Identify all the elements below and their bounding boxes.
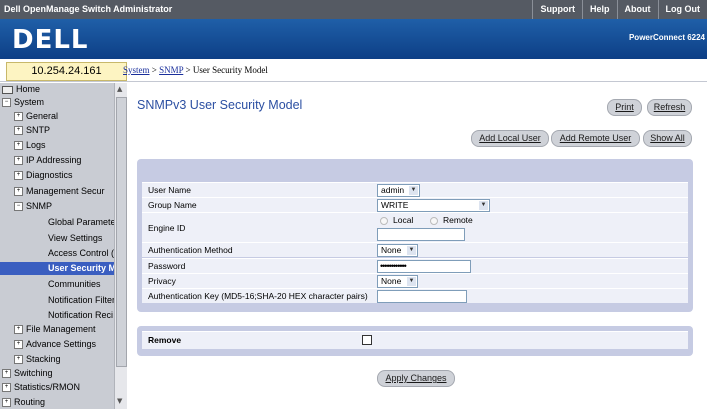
sidebar-item-ip-addressing[interactable]: + IP Addressing bbox=[14, 154, 81, 167]
banner: DELL PowerConnect 6224 bbox=[0, 19, 707, 59]
privacy-label: Privacy bbox=[148, 276, 176, 286]
breadcrumb-snmp-link[interactable]: SNMP bbox=[159, 65, 183, 75]
expand-icon[interactable]: + bbox=[14, 325, 23, 335]
expand-icon[interactable]: + bbox=[14, 126, 23, 136]
add-remote-user-button[interactable]: Add Remote User bbox=[551, 130, 640, 147]
auth-method-select[interactable]: None ▼ bbox=[377, 244, 418, 257]
remove-row: Remove bbox=[142, 331, 688, 349]
sidebar-item-advance-settings[interactable]: + Advance Settings bbox=[14, 338, 96, 351]
engine-local-radio[interactable]: Local bbox=[380, 215, 413, 225]
app-title: Dell OpenManage Switch Administrator bbox=[4, 4, 173, 14]
header-divider bbox=[0, 81, 707, 82]
privacy-row: Privacy None ▼ bbox=[142, 273, 688, 288]
sidebar-item-snmp[interactable]: − SNMP bbox=[14, 200, 52, 213]
user-name-row: User Name admin ▼ bbox=[142, 182, 688, 197]
sidebar-item-notification-filter[interactable]: Notification Filter bbox=[48, 294, 114, 307]
sidebar-item-global-parameters[interactable]: Global Paramete bbox=[48, 216, 114, 229]
breadcrumb: System > SNMP > User Security Model bbox=[123, 65, 268, 75]
sidebar-item-logs[interactable]: + Logs bbox=[14, 139, 46, 152]
auth-method-label: Authentication Method bbox=[148, 245, 233, 255]
sidebar-item-general[interactable]: + General bbox=[14, 110, 58, 123]
sidebar-item-diagnostics[interactable]: + Diagnostics bbox=[14, 169, 73, 182]
remove-checkbox[interactable] bbox=[362, 335, 372, 345]
password-row: Password •••••••••••• bbox=[142, 258, 688, 273]
breadcrumb-current: User Security Model bbox=[192, 65, 268, 75]
scrollbar-thumb[interactable] bbox=[116, 97, 127, 367]
sidebar-item-communities[interactable]: Communities bbox=[48, 278, 101, 291]
show-all-button[interactable]: Show All bbox=[643, 130, 692, 147]
user-name-label: User Name bbox=[148, 185, 191, 195]
expand-icon[interactable]: + bbox=[14, 156, 23, 166]
add-local-user-button[interactable]: Add Local User bbox=[471, 130, 549, 147]
privacy-select[interactable]: None ▼ bbox=[377, 275, 418, 288]
about-link[interactable]: About bbox=[616, 0, 658, 19]
collapse-icon[interactable]: − bbox=[2, 98, 11, 108]
engine-remote-radio[interactable]: Remote bbox=[430, 215, 473, 225]
chevron-down-icon: ▼ bbox=[407, 277, 416, 286]
dell-logo: DELL bbox=[12, 25, 89, 55]
breadcrumb-system-link[interactable]: System bbox=[123, 65, 150, 75]
sidebar-item-switching[interactable]: + Switching bbox=[2, 367, 53, 380]
user-name-select[interactable]: admin ▼ bbox=[377, 184, 420, 197]
breadcrumb-separator: > bbox=[185, 65, 191, 75]
sidebar-item-routing[interactable]: + Routing bbox=[2, 396, 45, 409]
sidebar-item-user-security-model[interactable]: User Security M bbox=[0, 262, 114, 275]
sidebar-scrollbar[interactable]: ▲ ▼ bbox=[114, 83, 127, 409]
group-name-row: Group Name WRITE ▼ bbox=[142, 197, 688, 212]
expand-icon[interactable]: + bbox=[14, 355, 23, 365]
expand-icon[interactable]: + bbox=[2, 369, 11, 379]
chevron-down-icon: ▼ bbox=[407, 246, 416, 255]
group-name-label: Group Name bbox=[148, 200, 197, 210]
engine-id-label: Engine ID bbox=[148, 223, 186, 233]
model-name: PowerConnect 6224 bbox=[628, 33, 705, 42]
collapse-icon[interactable]: − bbox=[14, 202, 23, 212]
home-icon bbox=[2, 85, 13, 94]
remove-label: Remove bbox=[148, 335, 182, 345]
password-label: Password bbox=[148, 261, 186, 271]
top-bar: Dell OpenManage Switch Administrator Sup… bbox=[0, 0, 707, 19]
scroll-up-icon[interactable]: ▲ bbox=[117, 85, 122, 93]
expand-icon[interactable]: + bbox=[14, 141, 23, 151]
expand-icon[interactable]: + bbox=[14, 171, 23, 181]
sidebar-item-management-security[interactable]: + Management Secur bbox=[14, 185, 105, 198]
refresh-button[interactable]: Refresh bbox=[647, 99, 692, 116]
logout-link[interactable]: Log Out bbox=[657, 0, 707, 19]
chevron-down-icon: ▼ bbox=[479, 201, 488, 210]
expand-icon[interactable]: + bbox=[14, 112, 23, 122]
sidebar: Home − System + General + SNTP + Logs + IP Ad… bbox=[0, 83, 114, 409]
auth-key-label: Authentication Key (MD5-16;SHA-20 HEX ch… bbox=[148, 291, 368, 301]
sidebar-item-home[interactable]: Home bbox=[2, 83, 40, 96]
scroll-down-icon[interactable]: ▼ bbox=[117, 397, 122, 405]
sidebar-item-stacking[interactable]: + Stacking bbox=[14, 353, 61, 366]
apply-changes-button[interactable]: Apply Changes bbox=[377, 370, 455, 387]
group-name-select[interactable]: WRITE ▼ bbox=[377, 199, 490, 212]
sidebar-item-statistics-rmon[interactable]: + Statistics/RMON bbox=[2, 381, 80, 394]
sidebar-item-sntp[interactable]: + SNTP bbox=[14, 124, 50, 137]
expand-icon[interactable]: + bbox=[2, 383, 11, 393]
support-link[interactable]: Support bbox=[532, 0, 582, 19]
radio-icon bbox=[380, 216, 388, 225]
expand-icon[interactable]: + bbox=[14, 340, 23, 350]
expand-icon[interactable]: + bbox=[14, 187, 23, 197]
print-button[interactable]: Print bbox=[607, 99, 642, 116]
password-input[interactable]: •••••••••••• bbox=[377, 260, 471, 273]
sidebar-item-view-settings[interactable]: View Settings bbox=[48, 232, 102, 245]
ip-address: 10.254.24.161 bbox=[6, 62, 127, 81]
auth-key-input[interactable] bbox=[377, 290, 467, 303]
auth-method-row: Authentication Method None ▼ bbox=[142, 242, 688, 257]
sidebar-item-access-control[interactable]: Access Control ( bbox=[48, 247, 114, 260]
engine-id-row: Engine ID Local Remote bbox=[142, 212, 688, 242]
help-link[interactable]: Help bbox=[581, 0, 617, 19]
chevron-down-icon: ▼ bbox=[409, 186, 418, 195]
auth-key-row: Authentication Key (MD5-16;SHA-20 HEX ch… bbox=[142, 288, 688, 303]
engine-id-input[interactable] bbox=[377, 228, 465, 241]
sidebar-item-notification-recipients[interactable]: Notification Reci bbox=[48, 309, 113, 322]
sidebar-item-system[interactable]: − System bbox=[2, 96, 44, 109]
expand-icon[interactable]: + bbox=[2, 398, 11, 408]
breadcrumb-separator: > bbox=[151, 65, 157, 75]
sidebar-item-file-management[interactable]: + File Management bbox=[14, 323, 96, 336]
page-title: SNMPv3 User Security Model bbox=[137, 98, 303, 112]
radio-icon bbox=[430, 216, 438, 225]
top-links: Support Help About Log Out bbox=[532, 0, 707, 19]
